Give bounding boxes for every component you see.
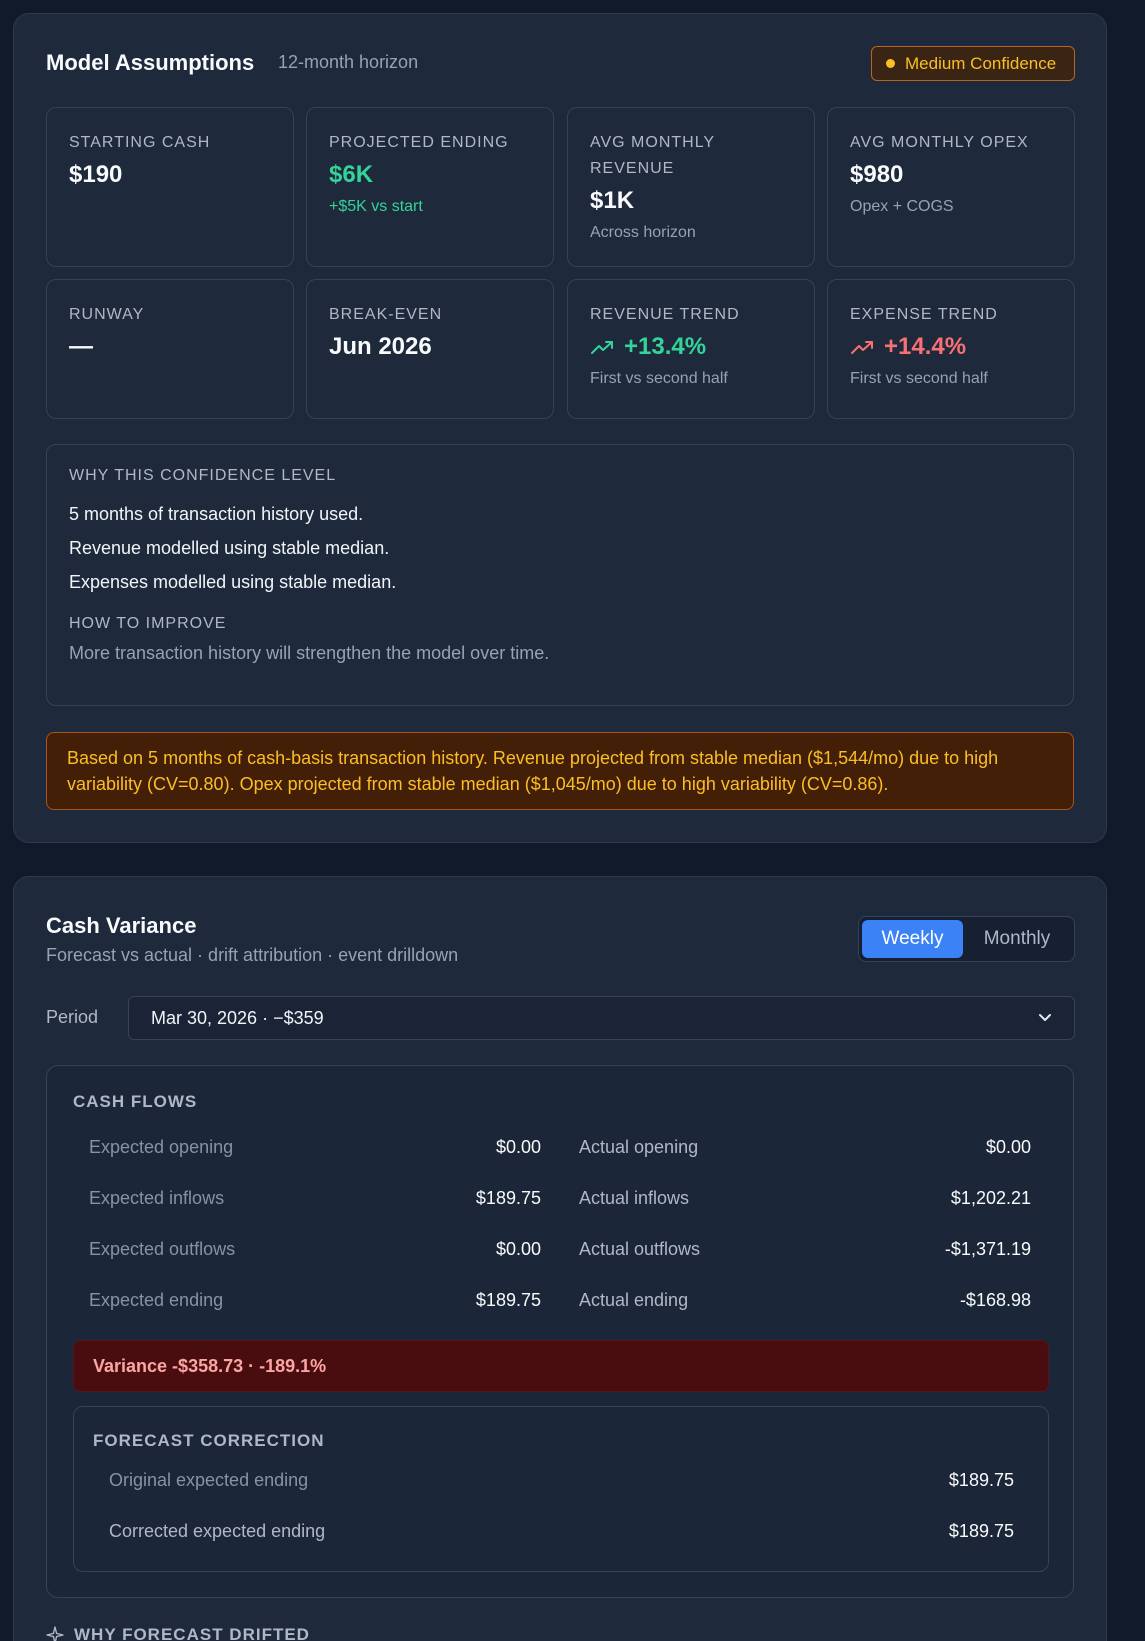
assumptions-title: Model Assumptions	[46, 50, 255, 75]
cash-variance-title: Cash Variance	[46, 913, 197, 938]
cash-variance-subtitle: Forecast vs actual · drift attribution ·…	[46, 945, 459, 965]
confidence-explanation: WHY THIS CONFIDENCE LEVEL 5 months of tr…	[46, 444, 1074, 706]
metric-label: AVG MONTHLY OPEX	[850, 134, 1029, 151]
flow-label: Actual ending	[579, 1289, 689, 1310]
metric-avg-monthly-opex: AVG MONTHLY OPEX $980 Opex + COGS	[827, 107, 1075, 267]
cash-flows-label: CASH FLOWS	[73, 1092, 198, 1111]
metric-label: EXPENSE TREND	[850, 306, 998, 323]
flow-label: Expected ending	[89, 1289, 224, 1310]
expense-trend-value: +14.4%	[884, 333, 967, 360]
metric-label: RUNWAY	[69, 306, 145, 323]
confidence-badge-label: Medium Confidence	[905, 53, 1057, 73]
revenue-trend-value: +13.4%	[624, 333, 707, 360]
metric-break-even: BREAK-EVEN Jun 2026	[306, 279, 554, 419]
flow-row: Expected ending $189.75	[89, 1285, 541, 1315]
dot-icon	[886, 59, 895, 68]
forecast-correction-panel: FORECAST CORRECTION Original expected en…	[73, 1406, 1049, 1572]
metric-value: Jun 2026	[329, 333, 432, 360]
flow-value: $0.00	[495, 1136, 541, 1157]
why-line: Revenue modelled using stable median.	[69, 538, 390, 558]
metric-note: Opex + COGS	[850, 198, 954, 215]
flow-label: Expected inflows	[89, 1187, 225, 1208]
metric-label: PROJECTED ENDING	[329, 134, 509, 151]
weekly-toggle-button[interactable]: Weekly	[862, 920, 963, 958]
metric-projected-ending: PROJECTED ENDING $6K +$5K vs start	[306, 107, 554, 267]
trending-up-icon	[851, 341, 873, 354]
flow-value: $0.00	[985, 1136, 1031, 1157]
flow-label: Actual inflows	[579, 1187, 690, 1208]
flow-label: Actual outflows	[579, 1238, 701, 1259]
metric-revenue-trend: REVENUE TREND +13.4% First vs second hal…	[567, 279, 815, 419]
flow-value: -$168.98	[959, 1289, 1031, 1310]
flow-row: Expected inflows $189.75	[89, 1183, 541, 1213]
metric-value: +14.4%	[850, 330, 1052, 364]
model-warning: Based on 5 months of cash-basis transact…	[46, 732, 1074, 810]
flow-value: $189.75	[948, 1520, 1014, 1541]
cash-variance-card: Cash Variance Forecast vs actual · drift…	[13, 876, 1107, 1641]
flow-row: Original expected ending $189.75	[109, 1465, 1014, 1495]
period-select[interactable]: Mar 30, 2026 · −$359	[128, 996, 1075, 1040]
flow-label: Expected opening	[89, 1136, 234, 1157]
flow-value: $189.75	[475, 1289, 541, 1310]
why-line: Expenses modelled using stable median.	[69, 572, 397, 592]
metric-label: STARTING CASH	[69, 134, 211, 151]
why-line: 5 months of transaction history used.	[69, 504, 364, 524]
model-assumptions-card: Model Assumptions 12-month horizon Mediu…	[13, 13, 1107, 843]
metric-note: First vs second half	[590, 370, 728, 387]
metric-avg-monthly-revenue: AVG MONTHLY REVENUE $1K Across horizon	[567, 107, 815, 267]
metric-note: +$5K vs start	[329, 198, 423, 215]
flow-value: -$1,371.19	[944, 1238, 1031, 1259]
flow-label: Corrected expected ending	[109, 1520, 326, 1541]
metric-value: $6K	[329, 161, 374, 188]
why-confidence-label: WHY THIS CONFIDENCE LEVEL	[69, 467, 337, 484]
flow-value: $0.00	[495, 1238, 541, 1259]
why-forecast-drifted-header[interactable]: WHY FORECAST DRIFTED	[46, 1625, 310, 1641]
metric-value: $1K	[590, 187, 635, 214]
flow-label: Expected outflows	[89, 1238, 236, 1259]
forecast-correction-label: FORECAST CORRECTION	[93, 1431, 325, 1450]
chevron-down-icon	[1039, 1014, 1051, 1021]
flow-row: Actual opening $0.00	[579, 1132, 1031, 1162]
metric-note: Across horizon	[590, 224, 696, 241]
horizon-label: 12-month horizon	[278, 52, 419, 72]
sparkle-icon	[46, 1626, 64, 1641]
flow-value: $189.75	[948, 1469, 1014, 1490]
how-to-improve-label: HOW TO IMPROVE	[69, 615, 227, 632]
flow-label: Original expected ending	[109, 1469, 309, 1490]
metric-value: $190	[69, 161, 123, 188]
metric-runway: RUNWAY —	[46, 279, 294, 419]
metric-expense-trend: EXPENSE TREND +14.4% First vs second hal…	[827, 279, 1075, 419]
flow-label: Actual opening	[579, 1136, 699, 1157]
metric-label: BREAK-EVEN	[329, 306, 443, 323]
period-granularity-toggle: Weekly Monthly	[858, 916, 1075, 962]
cash-flows-panel: CASH FLOWS Expected opening $0.00 Expect…	[46, 1065, 1074, 1598]
why-forecast-drifted-label: WHY FORECAST DRIFTED	[74, 1625, 310, 1641]
flow-row: Actual outflows -$1,371.19	[579, 1234, 1031, 1264]
trending-up-icon	[591, 341, 613, 354]
period-label: Period	[46, 1007, 99, 1027]
flow-row: Expected opening $0.00	[89, 1132, 541, 1162]
flow-value: $1,202.21	[950, 1187, 1031, 1208]
metric-value: +13.4%	[590, 330, 792, 364]
metric-value: —	[69, 333, 93, 360]
variance-summary: Variance -$358.73 · -189.1%	[73, 1340, 1049, 1392]
flow-row: Corrected expected ending $189.75	[109, 1516, 1014, 1546]
metric-value: $980	[850, 161, 904, 188]
flow-row: Expected outflows $0.00	[89, 1234, 541, 1264]
metric-note: First vs second half	[850, 370, 988, 387]
flow-row: Actual ending -$168.98	[579, 1285, 1031, 1315]
confidence-badge: Medium Confidence	[871, 46, 1075, 81]
how-to-improve-text: More transaction history will strengthen…	[69, 643, 550, 663]
metric-starting-cash: STARTING CASH $190	[46, 107, 294, 267]
metric-label: REVENUE TREND	[590, 306, 740, 323]
flow-row: Actual inflows $1,202.21	[579, 1183, 1031, 1213]
flow-value: $189.75	[475, 1187, 541, 1208]
period-select-value: Mar 30, 2026 · −$359	[151, 1007, 324, 1028]
metric-label: AVG MONTHLY REVENUE	[590, 134, 715, 177]
monthly-toggle-button[interactable]: Monthly	[963, 920, 1071, 958]
